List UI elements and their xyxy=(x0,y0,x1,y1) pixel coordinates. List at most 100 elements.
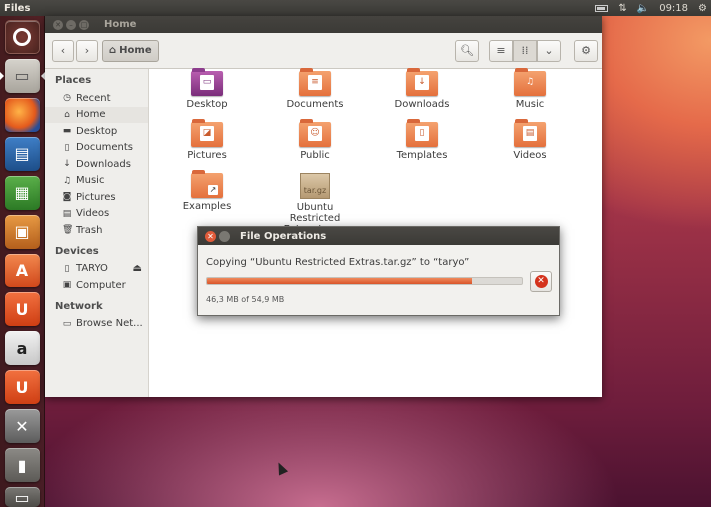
sidebar-item-label: Pictures xyxy=(76,191,116,203)
close-icon[interactable]: ✕ xyxy=(205,230,216,242)
file-pictures[interactable]: ◪ Pictures xyxy=(162,119,252,161)
toolbar: ‹ › ⌂ Home 🔍︎ ≡ ⁞⁞ ⌄ ⚙ xyxy=(45,33,602,69)
file-documents[interactable]: ≡ Documents xyxy=(270,68,360,110)
file-label: Public xyxy=(300,150,330,161)
file-public[interactable]: ☺ Public xyxy=(270,119,360,161)
grid-view-button[interactable]: ⁞⁞ xyxy=(513,39,537,62)
sidebar-item-label: Computer xyxy=(76,279,126,291)
firefox-icon[interactable] xyxy=(4,97,40,132)
settings-button[interactable]: ⚙ xyxy=(574,39,598,62)
sidebar-item-label: Recent xyxy=(76,92,111,104)
sidebar-item-videos[interactable]: ▤ Videos xyxy=(45,206,148,223)
file-desktop[interactable]: ▭ Desktop xyxy=(162,68,252,110)
sidebar: Places ◷ Recent ⌂ Home ▬ Desktop ▯ Documents… xyxy=(45,69,149,397)
sidebar-header-places: Places xyxy=(55,75,92,86)
sidebar-item-browse-network[interactable]: ▭ Browse Net... xyxy=(45,316,148,333)
dialog-titlebar[interactable]: ✕ File Operations xyxy=(198,227,559,245)
file-label: Music xyxy=(515,99,545,110)
system-settings-icon[interactable]: ✕ xyxy=(4,409,40,444)
list-view-button[interactable]: ≡ xyxy=(489,39,513,62)
search-button[interactable]: 🔍︎ xyxy=(455,39,479,62)
minimize-icon[interactable] xyxy=(219,230,230,242)
chevron-right-icon: › xyxy=(84,44,90,57)
ubuntu-one-icon[interactable]: U xyxy=(4,292,40,327)
top-panel: Files ⇅ 🔈 09:18 ⚙ xyxy=(0,0,711,16)
ubuntu-one-music-icon[interactable]: U xyxy=(4,370,40,405)
files-icon[interactable]: ▭ xyxy=(0,58,45,93)
eject-icon[interactable]: ⏏ xyxy=(133,263,142,274)
progress-bar xyxy=(206,277,523,285)
sidebar-item-documents[interactable]: ▯ Documents xyxy=(45,140,148,157)
sidebar-item-taryo[interactable]: ▯ TARYO ⏏ xyxy=(45,261,148,278)
file-label: Desktop xyxy=(186,99,228,110)
sidebar-item-downloads[interactable]: ↓ Downloads xyxy=(45,156,148,173)
writer-icon[interactable]: ▤ xyxy=(4,136,40,171)
trash-icon: 🗑︎ xyxy=(62,225,74,236)
computer-icon: ▣ xyxy=(62,280,72,291)
grid-icon: ⁞⁞ xyxy=(521,44,529,57)
file-music[interactable]: ♫ Music xyxy=(485,68,575,110)
sidebar-item-recent[interactable]: ◷ Recent xyxy=(45,90,148,107)
search-icon: 🔍︎ xyxy=(460,44,474,57)
sidebar-item-label: Downloads xyxy=(76,158,131,170)
sidebar-item-label: Home xyxy=(76,109,106,121)
file-examples[interactable]: ↗ Examples xyxy=(162,170,252,212)
usb-drive-icon: ▯ xyxy=(64,263,70,274)
desktop-folder-icon: ▭ xyxy=(191,68,223,96)
ubuntu-dash-icon[interactable] xyxy=(4,20,40,54)
back-button[interactable]: ‹ xyxy=(52,39,74,62)
battery-icon[interactable] xyxy=(595,4,609,12)
documents-folder-icon: ≡ xyxy=(299,68,331,96)
music-icon: ♫ xyxy=(62,175,72,186)
impress-icon[interactable]: ▣ xyxy=(4,214,40,249)
mouse-cursor xyxy=(273,460,289,476)
music-folder-icon: ♫ xyxy=(514,68,546,96)
software-center-icon[interactable]: A xyxy=(4,253,40,288)
file-label: Templates xyxy=(396,150,448,161)
file-label: Examples xyxy=(182,201,232,212)
sidebar-item-label: Trash xyxy=(76,224,103,236)
launcher: ▭ ▤ ▦ ▣ A U a U ✕ ▮ ▭ xyxy=(0,16,45,507)
window-titlebar[interactable]: ✕ – □ Home xyxy=(45,16,602,33)
app-menu-title[interactable]: Files xyxy=(4,3,30,14)
window-title: Home xyxy=(104,19,137,30)
volume-icon[interactable]: 🔈 xyxy=(637,3,649,14)
file-label: Pictures xyxy=(187,150,227,161)
home-icon: ⌂ xyxy=(64,109,70,120)
path-bar-home[interactable]: ⌂ Home xyxy=(102,39,159,62)
usb-drive-icon[interactable]: ▮ xyxy=(4,448,40,483)
sidebar-item-label: TARYO xyxy=(76,263,108,275)
network-icon: ▭ xyxy=(62,318,72,329)
calc-icon[interactable]: ▦ xyxy=(4,175,40,210)
path-bar-home-label: Home xyxy=(119,45,152,56)
sidebar-item-computer[interactable]: ▣ Computer xyxy=(45,277,148,294)
trash-icon[interactable]: ▭ xyxy=(4,487,40,507)
gear-icon[interactable]: ⚙ xyxy=(698,3,707,14)
network-icon[interactable]: ⇅ xyxy=(618,3,626,14)
cancel-button[interactable]: ✕ xyxy=(530,271,552,292)
maximize-icon[interactable]: □ xyxy=(79,19,89,30)
close-icon[interactable]: ✕ xyxy=(53,19,63,30)
file-videos[interactable]: ▤ Videos xyxy=(485,119,575,161)
minimize-icon[interactable]: – xyxy=(66,19,76,30)
forward-button[interactable]: › xyxy=(76,39,98,62)
sidebar-item-home[interactable]: ⌂ Home xyxy=(45,106,148,123)
sidebar-item-music[interactable]: ♫ Music xyxy=(45,173,148,190)
clock[interactable]: 09:18 xyxy=(659,3,688,14)
pictures-folder-icon: ◪ xyxy=(191,119,223,147)
sidebar-item-desktop[interactable]: ▬ Desktop xyxy=(45,123,148,140)
sidebar-item-label: Music xyxy=(76,175,105,187)
sidebar-item-label: Desktop xyxy=(76,125,118,137)
sidebar-item-pictures[interactable]: ◙ Pictures xyxy=(45,189,148,206)
download-icon: ↓ xyxy=(63,159,71,170)
dialog-title: File Operations xyxy=(240,230,327,242)
amazon-icon[interactable]: a xyxy=(4,331,40,366)
sidebar-item-label: Videos xyxy=(76,208,110,220)
sidebar-header-network: Network xyxy=(55,300,103,312)
examples-folder-icon: ↗ xyxy=(191,170,223,198)
file-templates[interactable]: ▯ Templates xyxy=(377,119,467,161)
view-options-button[interactable]: ⌄ xyxy=(537,39,561,62)
sidebar-item-trash[interactable]: 🗑︎ Trash xyxy=(45,222,148,239)
downloads-folder-icon: ↓ xyxy=(406,68,438,96)
file-downloads[interactable]: ↓ Downloads xyxy=(377,68,467,110)
